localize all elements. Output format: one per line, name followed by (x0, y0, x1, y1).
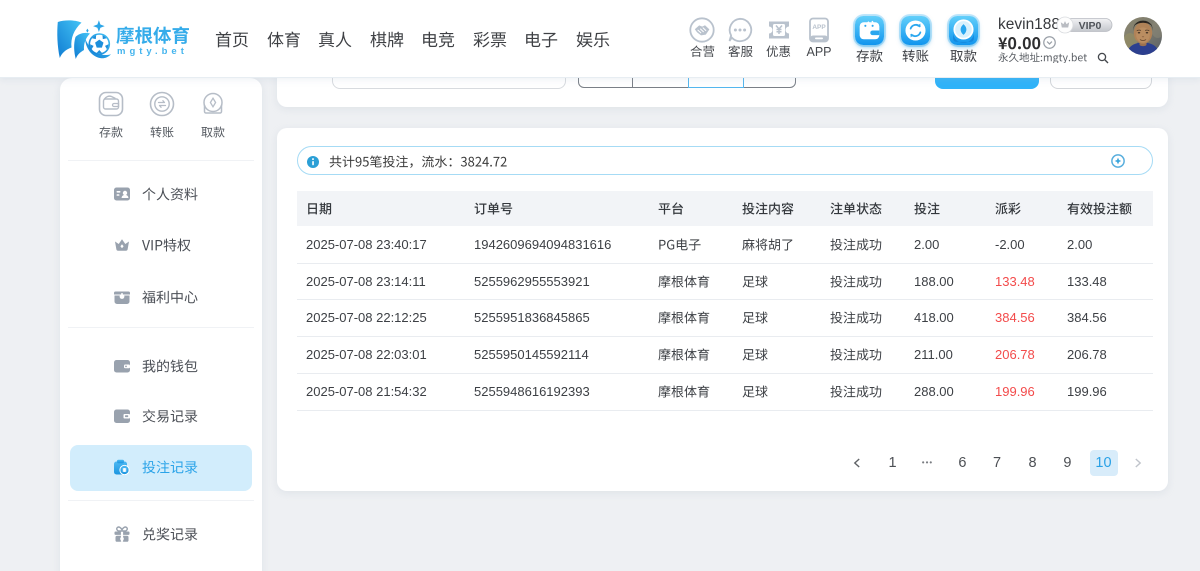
svg-text:VIP0: VIP0 (1079, 20, 1102, 32)
svg-text:APP: APP (812, 24, 826, 31)
